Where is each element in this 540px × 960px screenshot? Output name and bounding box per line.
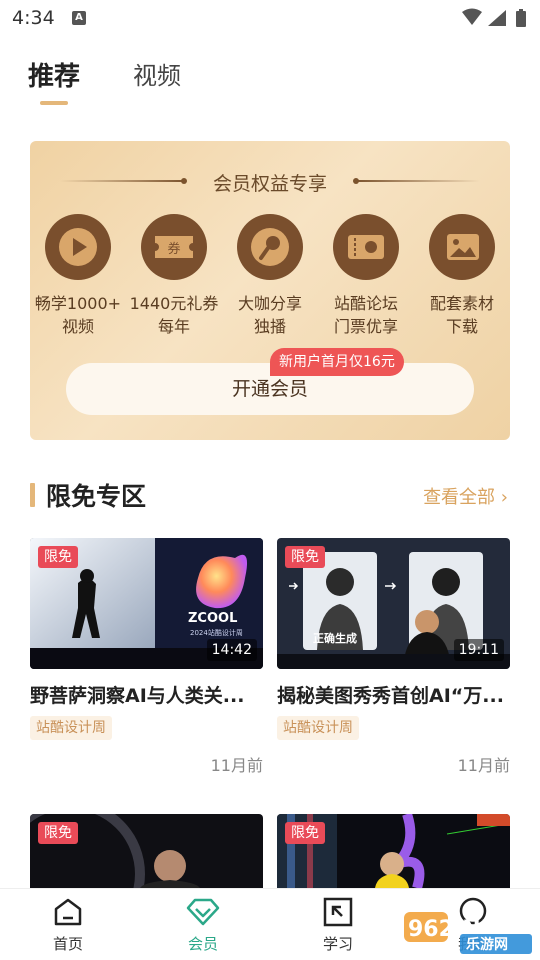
vip-banner[interactable]: 会员权益专享 畅学1000+ 视频 券 1440元礼券 每年 大咖分享 独播 站…: [30, 141, 510, 440]
benefit-label: 1440元礼券 每年: [129, 294, 219, 336]
course-title: 野菩萨洞察AI与人类关...: [30, 685, 245, 707]
nav-home[interactable]: 首页: [28, 897, 108, 954]
course-time: 11月前: [210, 756, 263, 775]
benefit-tickets[interactable]: 站酷论坛 门票优享: [318, 214, 414, 338]
course-tag[interactable]: 站酷设计周: [277, 716, 359, 740]
course-thumbnail: 限免: [30, 814, 263, 888]
duration-label: 19:11: [453, 639, 504, 661]
chevron-right-icon: ›: [500, 487, 508, 508]
tab-recommend[interactable]: 推荐: [28, 56, 80, 93]
microphone-icon: [237, 214, 303, 280]
ticket-icon: [333, 214, 399, 280]
benefit-label: 配套素材 下载: [429, 294, 494, 336]
thumb-text: 正确生成: [313, 631, 357, 645]
free-badge: 限免: [38, 546, 78, 568]
course-title: 揭秘美图秀秀首创AI“万...: [277, 685, 504, 707]
see-all-label: 查看全部: [423, 487, 496, 508]
course-thumbnail: 限免: [277, 814, 510, 888]
section-title: 限免专区: [46, 482, 147, 511]
home-icon: [54, 898, 82, 926]
tab-active-indicator: [40, 101, 68, 105]
benefit-label: 大咖分享 独播: [237, 294, 302, 336]
free-badge: 限免: [285, 546, 325, 568]
status-icons: [462, 8, 526, 27]
duration-label: 14:42: [206, 639, 257, 661]
image-icon: [429, 214, 495, 280]
status-bar: 4:34 A: [0, 0, 540, 36]
course-time: 11月前: [457, 756, 510, 775]
coupon-text: 券: [167, 241, 180, 257]
nav-label: 会员: [187, 935, 218, 953]
course-thumbnail: ZCOOL 2024站酷设计周 限免 14:42: [30, 538, 263, 669]
vip-title: 会员权益专享: [212, 173, 327, 195]
promo-badge: 新用户首月仅16元: [270, 348, 404, 376]
battery-icon: [516, 11, 526, 27]
tab-video[interactable]: 视频: [133, 56, 181, 91]
free-badge: 限免: [38, 822, 78, 844]
nav-label: 学习: [322, 935, 353, 953]
wifi-icon: [462, 8, 482, 25]
notification-icon: A: [72, 11, 86, 25]
course-tag[interactable]: 站酷设计周: [30, 716, 112, 740]
watermark-subtext: 乐游网: [466, 936, 508, 953]
status-time: 4:34: [12, 7, 55, 29]
free-badge: 限免: [285, 822, 325, 844]
see-all-link[interactable]: 查看全部 ›: [423, 483, 508, 509]
site-watermark: 962.NET 乐游网: [404, 912, 532, 954]
course-thumbnail: 正确生成 限免 19:11: [277, 538, 510, 669]
course-card[interactable]: ZCOOL 2024站酷设计周 限免 14:42 野菩萨洞察AI与人类关... …: [30, 538, 263, 775]
section-accent-bar: [30, 483, 35, 507]
learn-icon: [323, 897, 353, 927]
play-icon: [45, 214, 111, 280]
top-tabs: 推荐 视频: [0, 50, 540, 110]
course-card[interactable]: 限免: [30, 814, 263, 888]
thumb-subtext: 2024站酷设计周: [190, 628, 243, 637]
title-divider-right: [353, 178, 480, 184]
benefit-materials[interactable]: 配套素材 下载: [414, 214, 510, 338]
coupon-icon: 券: [141, 214, 207, 280]
thumb-text: ZCOOL: [188, 611, 237, 626]
benefit-coupon[interactable]: 券 1440元礼券 每年: [126, 214, 222, 338]
nav-learn[interactable]: 学习: [298, 897, 378, 954]
benefit-label: 站酷论坛 门票优享: [333, 294, 398, 336]
signal-icon: [488, 10, 506, 26]
benefit-label: 畅学1000+ 视频: [34, 294, 122, 336]
course-card[interactable]: 限免: [277, 814, 510, 888]
benefit-videos[interactable]: 畅学1000+ 视频: [30, 214, 126, 338]
benefit-talks[interactable]: 大咖分享 独播: [222, 214, 318, 338]
nav-label: 首页: [52, 935, 83, 953]
nav-vip[interactable]: 会员: [163, 897, 243, 954]
diamond-icon: [186, 898, 220, 926]
course-card[interactable]: 正确生成 限免 19:11 揭秘美图秀秀首创AI“万... 站酷设计周 11月前: [277, 538, 510, 775]
